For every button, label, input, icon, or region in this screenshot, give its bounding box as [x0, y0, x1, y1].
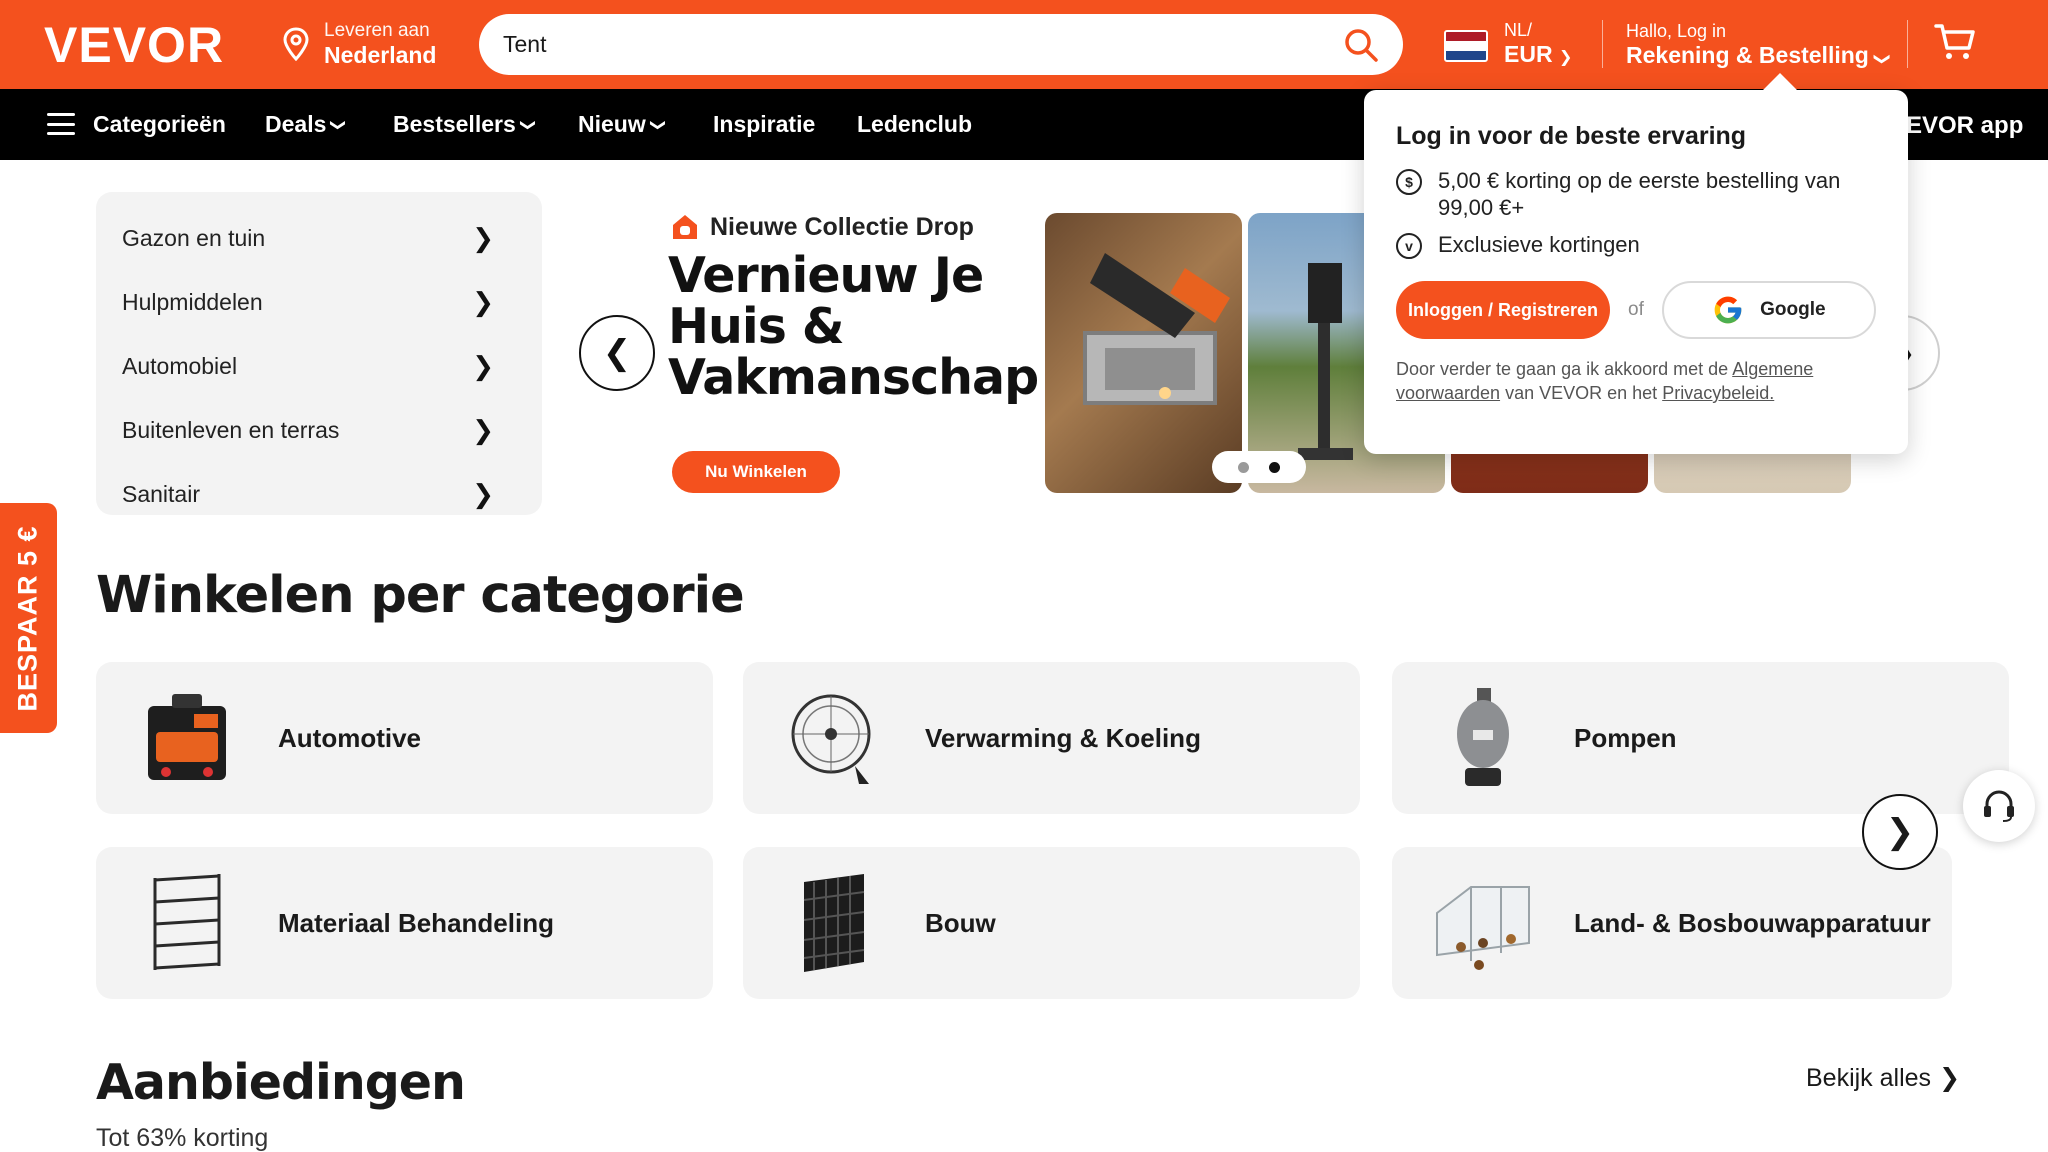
category-label: Verwarming & Koeling: [925, 722, 1201, 753]
nav-bestsellers[interactable]: Bestsellers ❯: [393, 111, 537, 138]
hamburger-menu-icon[interactable]: [47, 113, 75, 135]
google-login-button[interactable]: Google: [1661, 281, 1876, 339]
chevron-down-icon: ❯: [1558, 49, 1573, 66]
top-header: VEVOR Leveren aan Nederland NL/ EUR ❯ Ha…: [0, 0, 2048, 89]
category-card-automotive[interactable]: Automotive: [96, 662, 713, 814]
wall-fan-icon: [779, 683, 889, 793]
carousel-dot-2[interactable]: [1269, 461, 1280, 473]
category-sidebar: Gazon en tuin ❯ Hulpmiddelen ❯ Automobiel ❯…: [96, 192, 542, 515]
nav-deals[interactable]: Deals ❯: [265, 111, 347, 138]
deliver-to-selector[interactable]: Leveren aan Nederland: [282, 20, 436, 68]
category-card-materiaal-behandeling[interactable]: Materiaal Behandeling: [96, 847, 713, 999]
nav-ledenclub[interactable]: Ledenclub: [857, 111, 972, 138]
netherlands-flag-icon: [1444, 30, 1488, 62]
cart-icon[interactable]: [1934, 22, 1976, 67]
chevron-down-icon: ❯: [1873, 52, 1891, 66]
chevron-right-icon: ❯: [472, 350, 494, 381]
sidebar-item-sanitair[interactable]: Sanitair ❯: [96, 462, 542, 526]
sidebar-item-gazon-en-tuin[interactable]: Gazon en tuin ❯: [96, 206, 542, 270]
floor-grid-tile-icon: [779, 868, 889, 978]
vip-badge-icon: v: [1396, 233, 1422, 259]
terms-text: Door verder te gaan ga ik akkoord met de…: [1396, 359, 1814, 403]
category-label: Land- & Bosbouwapparatuur: [1574, 907, 1931, 938]
login-popup: Log in voor de beste ervaring $ 5,00 € k…: [1364, 90, 1908, 454]
category-label: Pompen: [1574, 722, 1677, 753]
view-all-link[interactable]: Bekijk alles ❯: [1806, 1063, 1960, 1093]
sidebar-item-hulpmiddelen[interactable]: Hulpmiddelen ❯: [96, 270, 542, 334]
carousel-dots: [1212, 451, 1306, 483]
dollar-coin-icon: $: [1396, 169, 1422, 195]
category-label: Bouw: [925, 907, 996, 938]
privacy-link[interactable]: Privacybeleid.: [1662, 383, 1774, 403]
divider: [1602, 20, 1603, 68]
chevron-left-icon: ❮: [602, 334, 632, 372]
nav-categories[interactable]: Categorieën: [93, 111, 226, 138]
nav-app-link[interactable]: EVOR app: [1906, 112, 2023, 140]
account-label: Rekening & Bestelling ❯: [1626, 42, 1891, 72]
shelving-rack-icon: [132, 868, 242, 978]
hero-prev-button[interactable]: ❮: [579, 315, 655, 391]
perk-discount: $ 5,00 € korting op de eerste bestelling…: [1396, 167, 1876, 221]
chicken-coop-icon: [1428, 868, 1538, 978]
hero-title: Vernieuw Je Huis & Vakmanschap: [668, 247, 1039, 406]
chevron-right-icon: ❯: [1939, 1064, 1961, 1092]
chevron-right-icon: ❯: [472, 286, 494, 317]
search-icon[interactable]: [1343, 27, 1379, 63]
chevron-down-icon: ❯: [519, 118, 537, 131]
category-section-title: Winkelen per categorie: [96, 566, 745, 625]
hero-image-multitool[interactable]: [1045, 213, 1242, 493]
nav-new[interactable]: Nieuw ❯: [578, 111, 667, 138]
shop-now-button[interactable]: Nu Winkelen: [672, 451, 840, 493]
deals-subtitle: Tot 63% korting: [96, 1124, 269, 1152]
language-currency-selector[interactable]: NL/ EUR ❯: [1444, 20, 1572, 72]
deliver-country: Nederland: [324, 42, 437, 68]
google-icon: [1714, 296, 1742, 324]
customer-support-button[interactable]: [1963, 770, 2035, 842]
chevron-right-icon: ❯: [472, 478, 494, 509]
perk-exclusive: v Exclusieve kortingen: [1396, 231, 1876, 259]
popup-actions: Inloggen / Registreren of Google: [1396, 281, 1876, 339]
category-label: Materiaal Behandeling: [278, 907, 554, 938]
promo-side-tab[interactable]: BESPAAR 5 €: [0, 503, 57, 733]
popup-title: Log in voor de beste ervaring: [1396, 122, 1747, 150]
deliver-label: Leveren aan: [324, 20, 430, 41]
vevor-logo[interactable]: VEVOR: [44, 16, 224, 74]
house-icon: [673, 215, 697, 239]
category-next-button[interactable]: ❯: [1862, 794, 1938, 870]
chevron-right-icon: ❯: [472, 414, 494, 445]
divider: [1907, 20, 1908, 68]
category-card-pompen[interactable]: Pompen: [1392, 662, 2009, 814]
carousel-dot-1[interactable]: [1238, 461, 1249, 473]
headset-icon: [1984, 790, 2014, 822]
or-label: of: [1628, 299, 1644, 320]
search-bar: [479, 14, 1403, 75]
login-register-button[interactable]: Inloggen / Registreren: [1396, 281, 1610, 339]
category-card-land-bosbouw[interactable]: Land- & Bosbouwapparatuur: [1392, 847, 1952, 999]
nav-inspiration[interactable]: Inspiratie: [713, 111, 815, 138]
hero-tag: Nieuwe Collectie Drop: [670, 212, 974, 242]
language-label: NL/: [1504, 20, 1533, 40]
chevron-right-icon: ❯: [1885, 813, 1915, 851]
chevron-right-icon: ❯: [472, 222, 494, 253]
category-card-verwarming-koeling[interactable]: Verwarming & Koeling: [743, 662, 1360, 814]
search-input[interactable]: [503, 31, 1343, 58]
category-card-bouw[interactable]: Bouw: [743, 847, 1360, 999]
deals-section-title: Aanbiedingen: [96, 1054, 466, 1111]
category-label: Automotive: [278, 722, 421, 753]
currency-label: EUR ❯: [1504, 41, 1573, 67]
sidebar-item-buitenleven[interactable]: Buitenleven en terras ❯: [96, 398, 542, 462]
car-jack-kit-icon: [132, 683, 242, 793]
sidebar-item-automobiel[interactable]: Automobiel ❯: [96, 334, 542, 398]
account-menu[interactable]: Hallo, Log in Rekening & Bestelling ❯: [1626, 20, 1891, 72]
chevron-down-icon: ❯: [649, 118, 667, 131]
location-pin-icon: [282, 27, 310, 61]
chevron-down-icon: ❯: [329, 118, 347, 131]
sand-filter-pump-icon: [1428, 683, 1538, 793]
greeting-label: Hallo, Log in: [1626, 21, 1727, 41]
